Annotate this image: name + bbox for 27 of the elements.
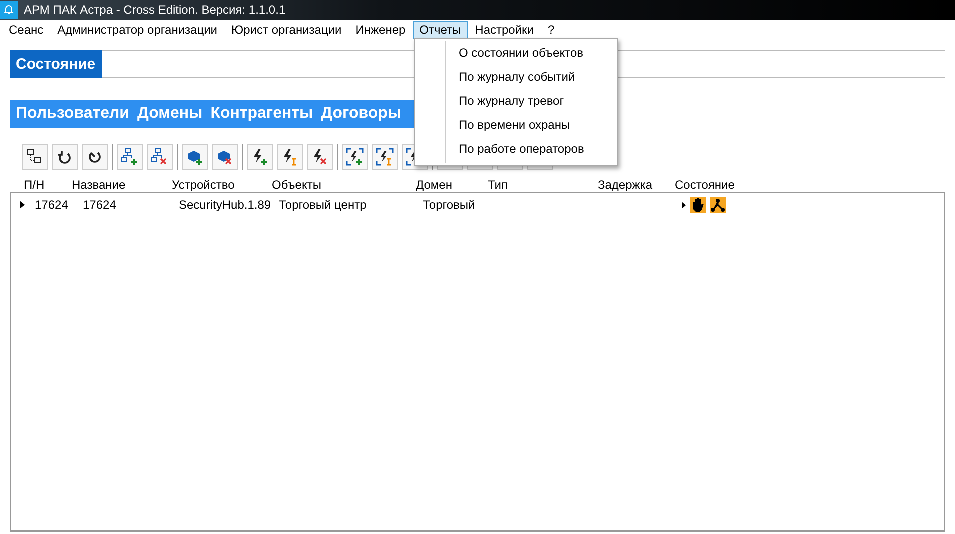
column-header: Задержка bbox=[598, 178, 654, 192]
state-tab[interactable]: Состояние bbox=[10, 50, 102, 78]
menu-item[interactable]: Настройки bbox=[468, 21, 541, 39]
column-header: Домен bbox=[416, 178, 454, 192]
dropdown-item[interactable]: По времени охраны bbox=[415, 113, 617, 137]
dropdown-item[interactable]: О состоянии объектов bbox=[415, 41, 617, 65]
menu-item[interactable]: Отчеты bbox=[412, 21, 468, 39]
table-cell-text: Торговый центр bbox=[279, 198, 368, 212]
column-header: Устройство bbox=[172, 178, 236, 192]
table-cell-text: 17624 bbox=[83, 198, 118, 212]
column-header: П/Н bbox=[24, 178, 46, 192]
table-cell-text: Торговый bbox=[423, 198, 476, 212]
dropdown-item[interactable]: По журналу событий bbox=[415, 65, 617, 89]
dropdown-item[interactable]: По работе операторов bbox=[415, 137, 617, 161]
window-title: АРМ ПАК Астра - Cross Edition. Версия: 1.1.0.1 bbox=[24, 3, 286, 17]
column-header: Название bbox=[72, 178, 127, 192]
column-header: Объекты bbox=[272, 178, 322, 192]
column-header: Тип bbox=[488, 178, 510, 192]
table-cell-text: 17624 bbox=[35, 198, 70, 212]
menu-item[interactable]: Юрист организации bbox=[224, 21, 349, 39]
menu-item[interactable]: Инженер bbox=[348, 21, 413, 39]
dropdown-item[interactable]: По журналу тревог bbox=[415, 89, 617, 113]
menu-item[interactable]: ? bbox=[541, 21, 562, 39]
table-cell-text: SecurityHub.1.89 bbox=[179, 198, 272, 212]
menu-item[interactable]: Сеанс bbox=[2, 21, 51, 39]
column-header: Состояние bbox=[675, 178, 736, 192]
menu-item[interactable]: Администратор организации bbox=[50, 21, 224, 39]
